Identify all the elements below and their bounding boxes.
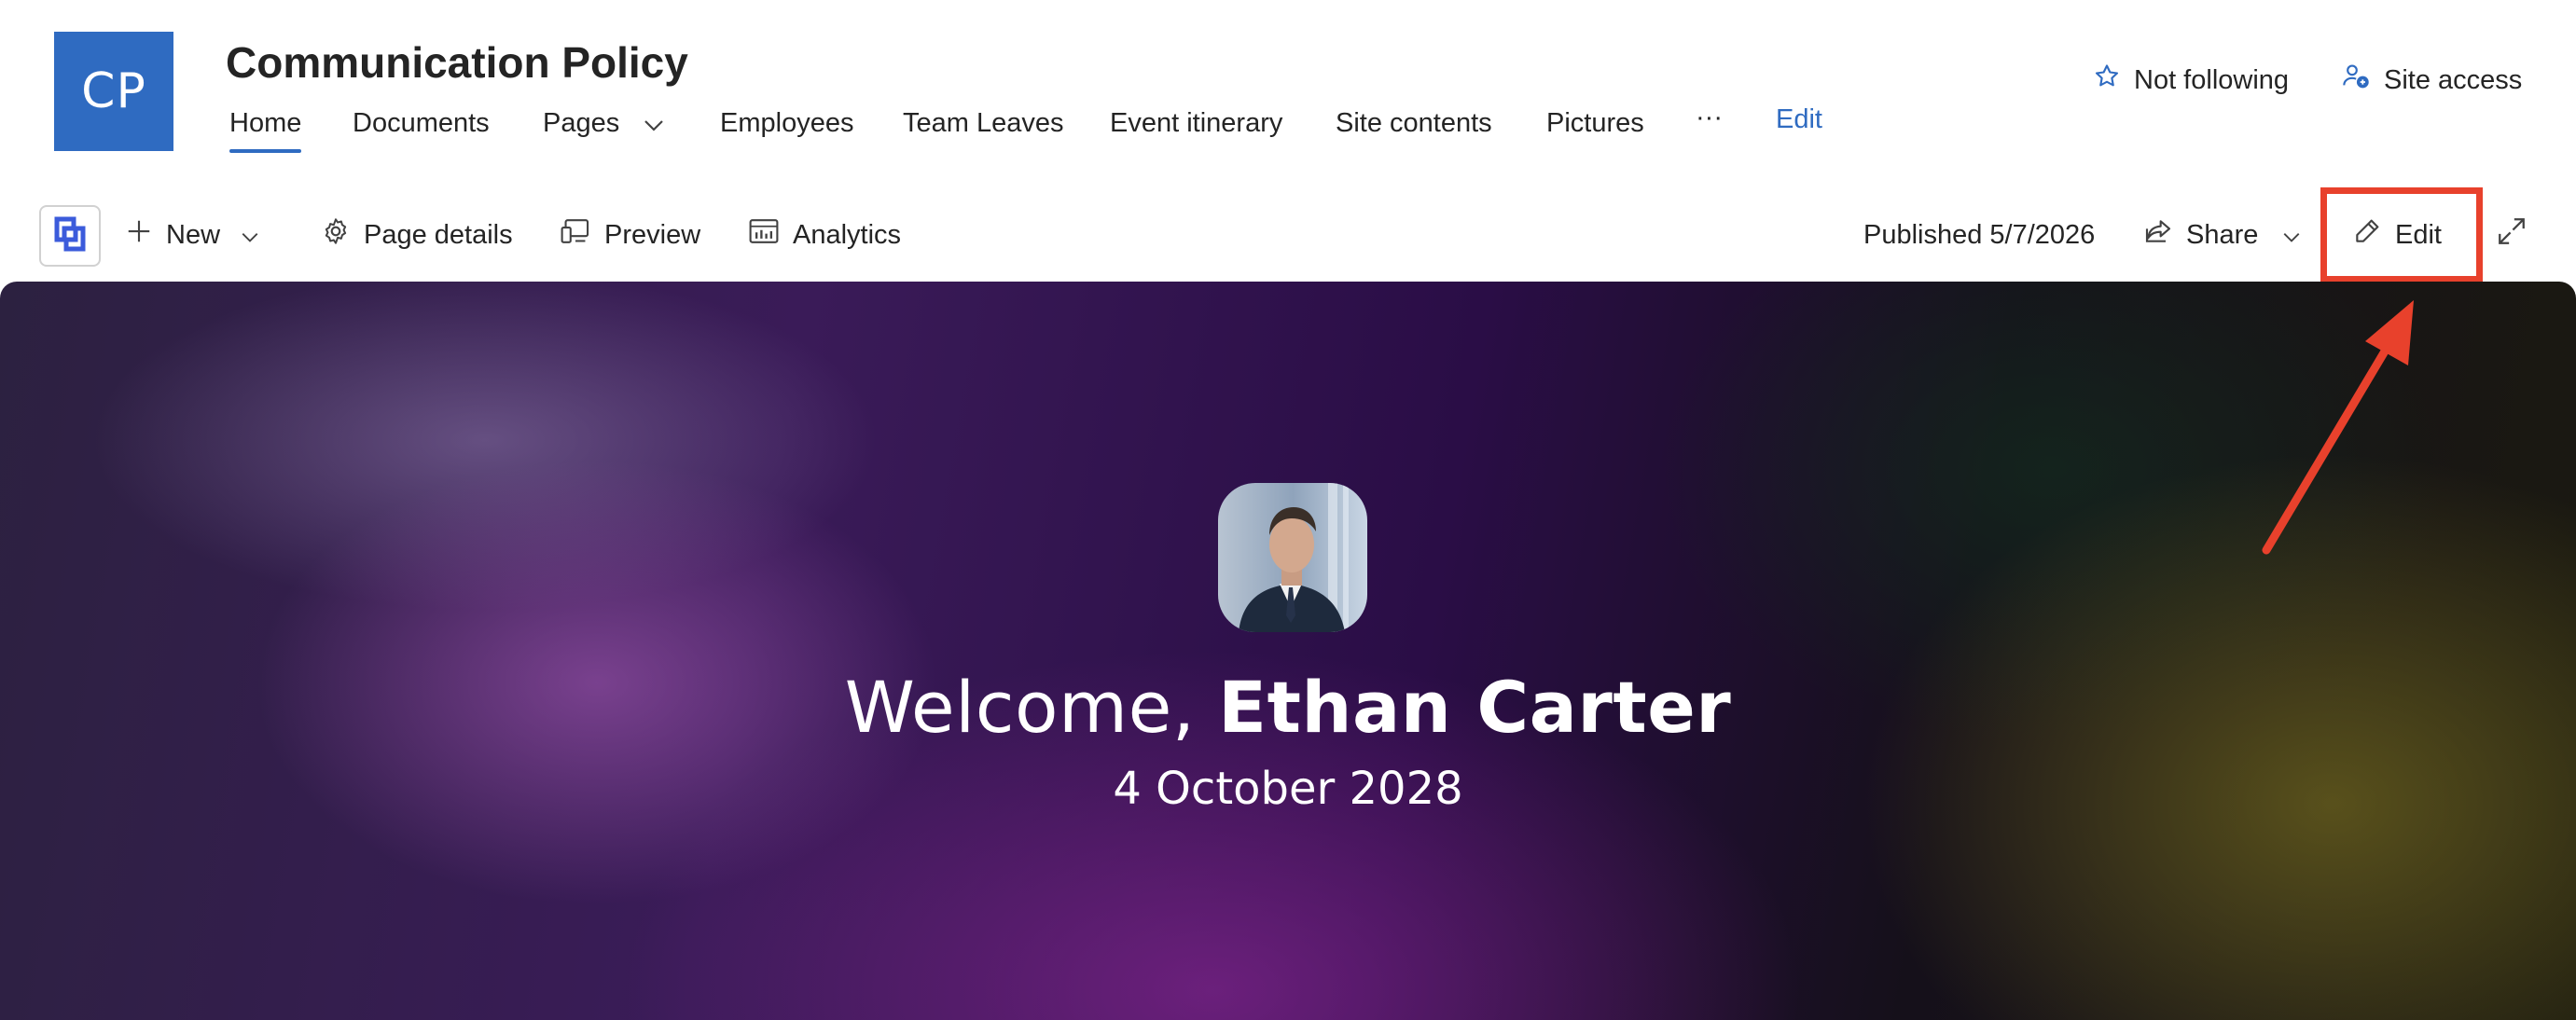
nav-edit-label: Edit xyxy=(1776,104,1822,134)
nav-item-home[interactable]: Home xyxy=(229,104,302,153)
plus-icon xyxy=(125,217,166,253)
site-access-icon xyxy=(2341,62,2384,99)
command-bar: New Page details Preview Analytics Publi… xyxy=(0,186,2576,283)
new-label: New xyxy=(166,219,221,250)
nav-item-label: Site contents xyxy=(1336,108,1492,138)
site-access-label: Site access xyxy=(2384,64,2523,95)
nav-item-label: Pages xyxy=(543,108,620,138)
nav-edit-link[interactable]: Edit xyxy=(1776,101,1822,138)
nav-item-label: Home xyxy=(229,108,302,138)
preview-label: Preview xyxy=(604,219,701,250)
nav-more-button[interactable]: ··· xyxy=(1696,99,1723,136)
hero-date: 4 October 2028 xyxy=(1113,763,1463,815)
follow-label: Not following xyxy=(2134,64,2290,95)
site-title[interactable]: Communication Policy xyxy=(226,37,688,88)
user-avatar xyxy=(1218,483,1367,632)
follow-button[interactable]: Not following xyxy=(2093,62,2289,99)
hero-banner: Welcome, Ethan Carter 4 October 2028 xyxy=(0,282,2576,1020)
app-logo-icon xyxy=(53,215,87,257)
star-icon xyxy=(2093,62,2134,98)
gear-icon xyxy=(321,216,364,254)
nav-item-label: Team Leaves xyxy=(903,108,1064,138)
nav-item-employees[interactable]: Employees xyxy=(720,104,853,142)
nav-item-pictures[interactable]: Pictures xyxy=(1546,104,1644,142)
nav-item-label: Documents xyxy=(353,108,490,138)
nav-item-site-contents[interactable]: Site contents xyxy=(1336,104,1492,142)
welcome-heading: Welcome, Ethan Carter xyxy=(0,666,2576,749)
site-logo[interactable]: CP xyxy=(54,32,173,151)
nav-item-pages[interactable]: Pages xyxy=(543,104,664,143)
app-launcher-button[interactable] xyxy=(39,205,101,267)
published-status: Published 5/7/2026 xyxy=(1863,219,2096,250)
analytics-label: Analytics xyxy=(793,219,902,250)
share-icon xyxy=(2143,217,2186,253)
page-details-button[interactable]: Page details xyxy=(321,186,513,283)
user-name: Ethan Carter xyxy=(1218,666,1732,749)
preview-button[interactable]: Preview xyxy=(560,186,700,283)
edit-highlight-box xyxy=(2320,187,2483,283)
site-logo-text: CP xyxy=(81,63,146,119)
nav-item-label: Employees xyxy=(720,108,854,138)
nav-item-label: Event itinerary xyxy=(1110,108,1283,138)
chevron-down-icon xyxy=(644,105,664,143)
expand-icon xyxy=(2496,215,2541,255)
nav-item-team-leaves[interactable]: Team Leaves xyxy=(903,104,1064,142)
share-label: Share xyxy=(2186,219,2259,250)
site-access-button[interactable]: Site access xyxy=(2341,62,2522,99)
share-button[interactable]: Share xyxy=(2143,186,2314,283)
nav-item-documents[interactable]: Documents xyxy=(353,104,490,142)
analytics-button[interactable]: Analytics xyxy=(748,186,901,283)
nav-item-label: Pictures xyxy=(1546,108,1644,138)
chevron-down-icon xyxy=(241,220,272,251)
expand-button[interactable] xyxy=(2496,186,2541,283)
preview-icon xyxy=(560,216,604,254)
more-icon: ··· xyxy=(1696,103,1723,132)
analytics-icon xyxy=(748,217,793,253)
site-header: CP Communication Policy Home Documents P… xyxy=(0,0,2576,186)
page-details-label: Page details xyxy=(364,219,513,250)
nav-item-event-itinerary[interactable]: Event itinerary xyxy=(1110,104,1282,142)
welcome-prefix: Welcome, xyxy=(844,666,1219,749)
chevron-down-icon xyxy=(2282,220,2314,251)
new-button[interactable]: New xyxy=(125,186,272,283)
